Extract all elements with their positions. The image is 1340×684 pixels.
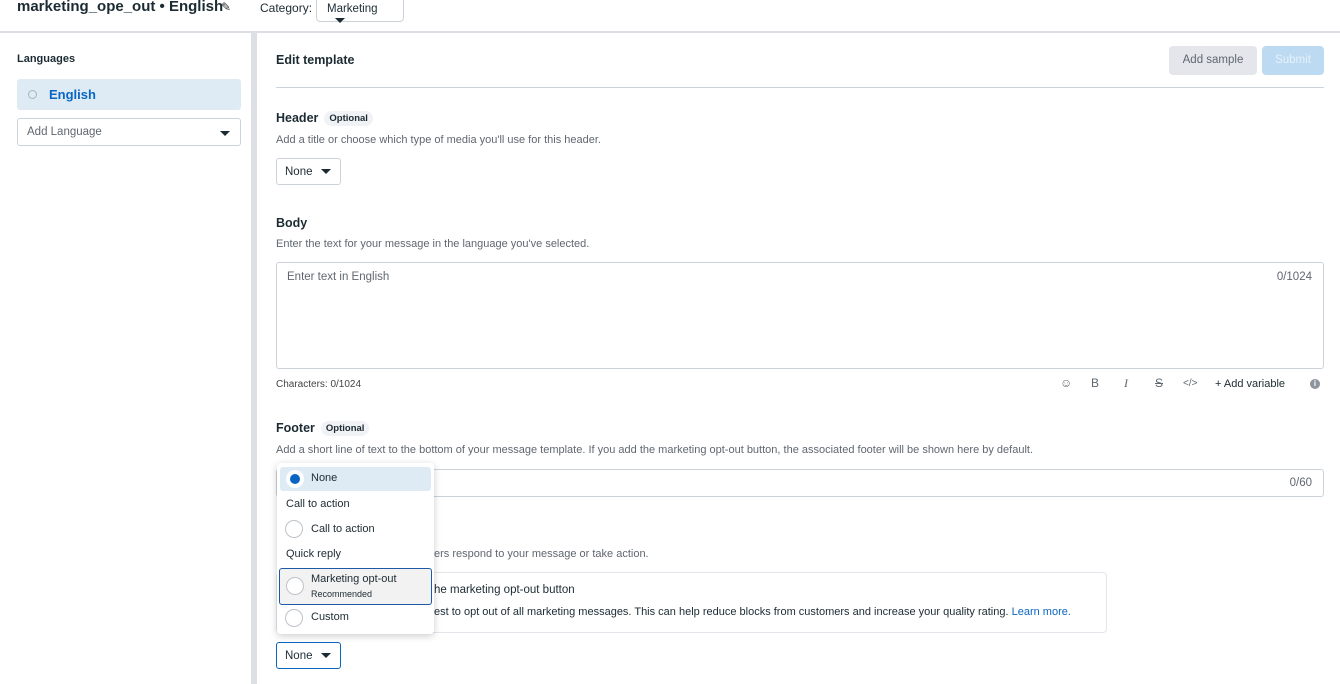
footer-title: Footer <box>276 421 315 435</box>
plus-icon: + <box>1215 378 1224 390</box>
add-language-select[interactable]: Add Language <box>17 118 241 146</box>
body-counter: 0/1024 <box>1276 271 1312 283</box>
option-call-to-action[interactable]: Call to action <box>277 518 434 542</box>
body-description: Enter the text for your message in the l… <box>276 238 590 250</box>
submit-button[interactable]: Submit <box>1262 46 1324 75</box>
button-type-select[interactable]: None <box>276 642 341 669</box>
status-dot-icon <box>28 90 37 99</box>
option-label: Custom <box>311 611 349 623</box>
add-language-placeholder: Add Language <box>27 126 102 138</box>
edit-pencil-icon[interactable]: ✎ <box>221 0 231 14</box>
footer-description: Add a short line of text to the bottom o… <box>276 444 1033 456</box>
radio-selected-icon <box>286 470 304 488</box>
option-label: Call to action <box>311 523 375 535</box>
caret-down-icon <box>335 18 345 24</box>
header-title: Header <box>276 111 319 125</box>
caret-down-icon <box>320 169 331 175</box>
category-select[interactable]: Marketing <box>316 0 404 24</box>
body-textarea[interactable]: Enter text in English 0/1024 <box>276 262 1324 369</box>
language-item-english[interactable]: English <box>17 79 241 110</box>
template-title: marketing_ope_out • English <box>17 0 224 15</box>
header-description: Add a title or choose which type of medi… <box>276 134 601 146</box>
info-icon[interactable]: i <box>1310 379 1320 389</box>
category-value: Marketing <box>327 3 378 15</box>
top-bar: marketing_ope_out • English ✎ Category: … <box>0 0 1340 33</box>
caret-down-icon <box>220 131 230 136</box>
option-custom[interactable]: Custom <box>277 607 434 631</box>
optional-badge: Optional <box>320 421 370 437</box>
button-type-dropdown: None Call to action Call to action Quick… <box>277 463 434 634</box>
group-quick-reply: Quick reply <box>286 548 342 560</box>
caret-down-icon <box>320 653 331 659</box>
select-value: None <box>285 650 313 662</box>
select-value: None <box>285 166 313 178</box>
info-text-body: est to opt out of all marketing messages… <box>434 606 1009 618</box>
recommended-label: Recommended <box>311 589 373 599</box>
info-title: he marketing opt-out button <box>434 584 575 596</box>
languages-heading: Languages <box>17 53 76 65</box>
footer-counter: 0/60 <box>1289 477 1312 489</box>
add-variable-button[interactable]: + Add variable <box>1215 378 1285 390</box>
strikethrough-icon[interactable]: S <box>1155 376 1163 390</box>
panel-divider[interactable] <box>251 33 257 684</box>
code-icon[interactable]: </> <box>1183 378 1197 389</box>
buttons-description: ers respond to your message or take acti… <box>434 548 649 560</box>
divider <box>276 87 1324 88</box>
option-label: Marketing opt-out <box>311 573 397 585</box>
bold-icon[interactable]: B <box>1091 376 1099 390</box>
header-type-select[interactable]: None <box>276 158 341 185</box>
footer-section-title: Footer Optional <box>276 421 370 437</box>
edit-template-title: Edit template <box>276 53 355 67</box>
info-text: est to opt out of all marketing messages… <box>434 606 1071 618</box>
body-placeholder: Enter text in English <box>287 271 390 283</box>
radio-icon <box>285 609 303 627</box>
group-call-to-action: Call to action <box>286 498 350 510</box>
language-label: English <box>49 87 96 102</box>
learn-more-link[interactable]: Learn more. <box>1012 606 1071 618</box>
characters-count: Characters: 0/1024 <box>276 379 362 390</box>
add-variable-label: Add variable <box>1223 378 1286 390</box>
category-label: Category: <box>260 1 313 15</box>
option-none[interactable]: None <box>280 467 431 491</box>
radio-icon <box>285 520 303 538</box>
option-label: None <box>311 472 338 484</box>
radio-icon <box>286 577 304 595</box>
optional-badge: Optional <box>324 111 373 127</box>
option-marketing-opt-out[interactable]: Marketing opt-out Recommended <box>279 568 432 605</box>
add-sample-button[interactable]: Add sample <box>1169 46 1257 75</box>
italic-icon[interactable]: I <box>1124 376 1128 391</box>
emoji-icon[interactable]: ☺ <box>1060 376 1072 390</box>
body-title: Body <box>276 216 308 230</box>
header-section-title: Header Optional <box>276 111 373 127</box>
